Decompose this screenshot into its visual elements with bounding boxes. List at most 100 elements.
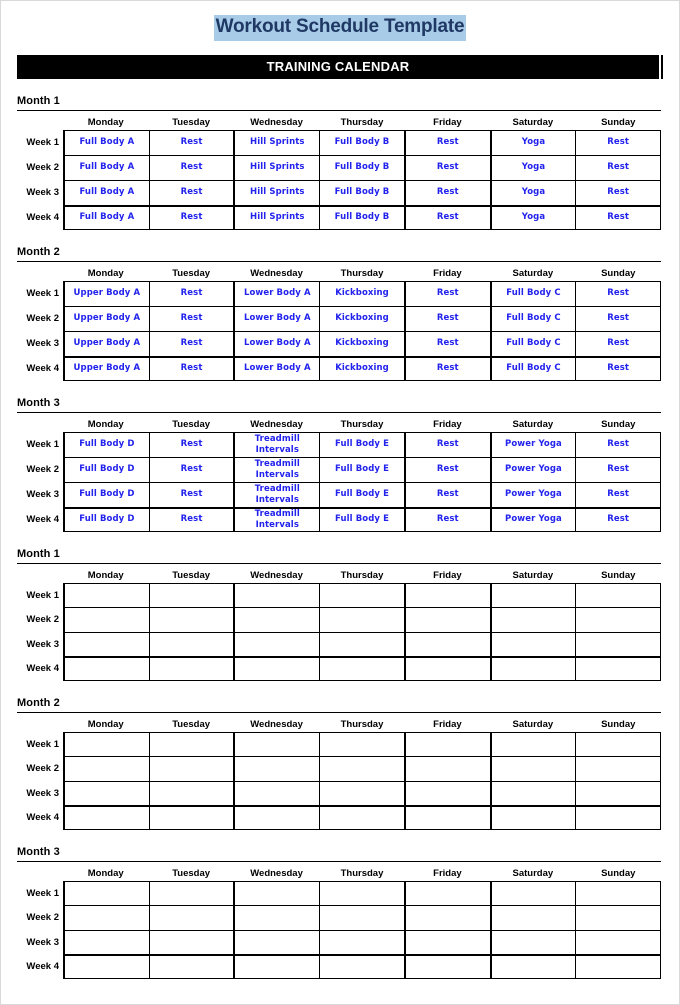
schedule-cell[interactable]: Yoga [489, 129, 576, 155]
schedule-cell[interactable]: Rest [575, 179, 662, 205]
schedule-cell[interactable] [575, 656, 662, 681]
schedule-cell[interactable]: Full Body B [319, 154, 404, 180]
schedule-cell[interactable]: Kickboxing [319, 305, 404, 331]
schedule-cell[interactable]: Full Body B [319, 204, 404, 230]
schedule-cell[interactable] [63, 731, 149, 757]
schedule-cell[interactable]: Rest [148, 280, 234, 306]
schedule-cell[interactable] [575, 731, 662, 757]
schedule-cell[interactable] [489, 805, 576, 830]
schedule-cell[interactable] [148, 905, 234, 930]
schedule-cell[interactable] [233, 880, 320, 906]
schedule-cell[interactable] [403, 631, 490, 657]
schedule-cell[interactable] [319, 631, 404, 657]
schedule-cell[interactable] [403, 954, 490, 979]
schedule-cell[interactable]: Rest [575, 204, 662, 230]
schedule-cell[interactable] [148, 731, 234, 757]
schedule-cell[interactable] [403, 607, 490, 632]
schedule-cell[interactable] [63, 780, 149, 806]
schedule-cell[interactable] [233, 929, 320, 955]
schedule-cell[interactable] [233, 954, 320, 979]
schedule-cell[interactable] [489, 780, 576, 806]
schedule-cell[interactable]: Rest [403, 481, 490, 507]
schedule-cell[interactable] [489, 954, 576, 979]
schedule-cell[interactable] [319, 805, 404, 830]
schedule-cell[interactable]: Rest [148, 506, 234, 532]
schedule-cell[interactable] [63, 929, 149, 955]
schedule-cell[interactable]: Full Body A [63, 129, 149, 155]
schedule-cell[interactable]: Rest [403, 506, 490, 532]
schedule-cell[interactable]: Rest [575, 330, 662, 356]
schedule-cell[interactable] [233, 780, 320, 806]
schedule-cell[interactable] [233, 731, 320, 757]
schedule-cell[interactable] [319, 731, 404, 757]
schedule-cell[interactable]: Yoga [489, 179, 576, 205]
schedule-cell[interactable]: Rest [148, 431, 234, 457]
schedule-cell[interactable] [63, 607, 149, 632]
schedule-cell[interactable] [489, 905, 576, 930]
schedule-cell[interactable]: Kickboxing [319, 355, 404, 381]
schedule-cell[interactable]: Lower Body A [233, 355, 320, 381]
schedule-cell[interactable]: Rest [148, 456, 234, 482]
schedule-cell[interactable] [575, 582, 662, 608]
schedule-cell[interactable] [233, 607, 320, 632]
schedule-cell[interactable] [403, 731, 490, 757]
schedule-cell[interactable] [403, 780, 490, 806]
schedule-cell[interactable] [148, 954, 234, 979]
schedule-cell[interactable]: Full Body D [63, 456, 149, 482]
schedule-cell[interactable]: Rest [403, 129, 490, 155]
schedule-cell[interactable] [403, 656, 490, 681]
schedule-cell[interactable]: Upper Body A [63, 355, 149, 381]
schedule-cell[interactable] [319, 780, 404, 806]
schedule-cell[interactable] [233, 756, 320, 781]
schedule-cell[interactable]: Rest [148, 330, 234, 356]
schedule-cell[interactable]: Treadmill Intervals [233, 481, 320, 507]
schedule-cell[interactable] [403, 805, 490, 830]
schedule-cell[interactable] [575, 880, 662, 906]
schedule-cell[interactable] [63, 582, 149, 608]
schedule-cell[interactable] [63, 656, 149, 681]
schedule-cell[interactable]: Rest [575, 481, 662, 507]
schedule-cell[interactable]: Power Yoga [489, 431, 576, 457]
schedule-cell[interactable]: Full Body C [489, 280, 576, 306]
schedule-cell[interactable]: Rest [403, 154, 490, 180]
schedule-cell[interactable] [63, 880, 149, 906]
schedule-cell[interactable]: Full Body D [63, 481, 149, 507]
schedule-cell[interactable]: Rest [403, 330, 490, 356]
schedule-cell[interactable] [489, 756, 576, 781]
schedule-cell[interactable] [148, 780, 234, 806]
schedule-cell[interactable]: Full Body A [63, 154, 149, 180]
schedule-cell[interactable]: Rest [403, 355, 490, 381]
schedule-cell[interactable]: Rest [575, 456, 662, 482]
schedule-cell[interactable]: Power Yoga [489, 456, 576, 482]
schedule-cell[interactable]: Rest [403, 431, 490, 457]
schedule-cell[interactable] [148, 631, 234, 657]
schedule-cell[interactable]: Rest [575, 305, 662, 331]
schedule-cell[interactable] [403, 929, 490, 955]
schedule-cell[interactable] [489, 582, 576, 608]
schedule-cell[interactable]: Lower Body A [233, 330, 320, 356]
schedule-cell[interactable] [319, 929, 404, 955]
schedule-cell[interactable] [575, 756, 662, 781]
schedule-cell[interactable]: Yoga [489, 154, 576, 180]
schedule-cell[interactable] [148, 582, 234, 608]
schedule-cell[interactable] [233, 582, 320, 608]
schedule-cell[interactable]: Rest [403, 280, 490, 306]
schedule-cell[interactable] [233, 905, 320, 930]
schedule-cell[interactable] [63, 756, 149, 781]
schedule-cell[interactable] [489, 607, 576, 632]
schedule-cell[interactable]: Upper Body A [63, 280, 149, 306]
schedule-cell[interactable] [575, 607, 662, 632]
schedule-cell[interactable] [63, 805, 149, 830]
schedule-cell[interactable]: Rest [148, 204, 234, 230]
schedule-cell[interactable] [489, 731, 576, 757]
schedule-cell[interactable] [233, 805, 320, 830]
schedule-cell[interactable]: Full Body E [319, 506, 404, 532]
schedule-cell[interactable] [319, 607, 404, 632]
schedule-cell[interactable]: Full Body A [63, 204, 149, 230]
schedule-cell[interactable] [63, 954, 149, 979]
schedule-cell[interactable] [319, 880, 404, 906]
schedule-cell[interactable]: Power Yoga [489, 481, 576, 507]
schedule-cell[interactable]: Rest [575, 431, 662, 457]
schedule-cell[interactable] [319, 656, 404, 681]
schedule-cell[interactable] [63, 631, 149, 657]
